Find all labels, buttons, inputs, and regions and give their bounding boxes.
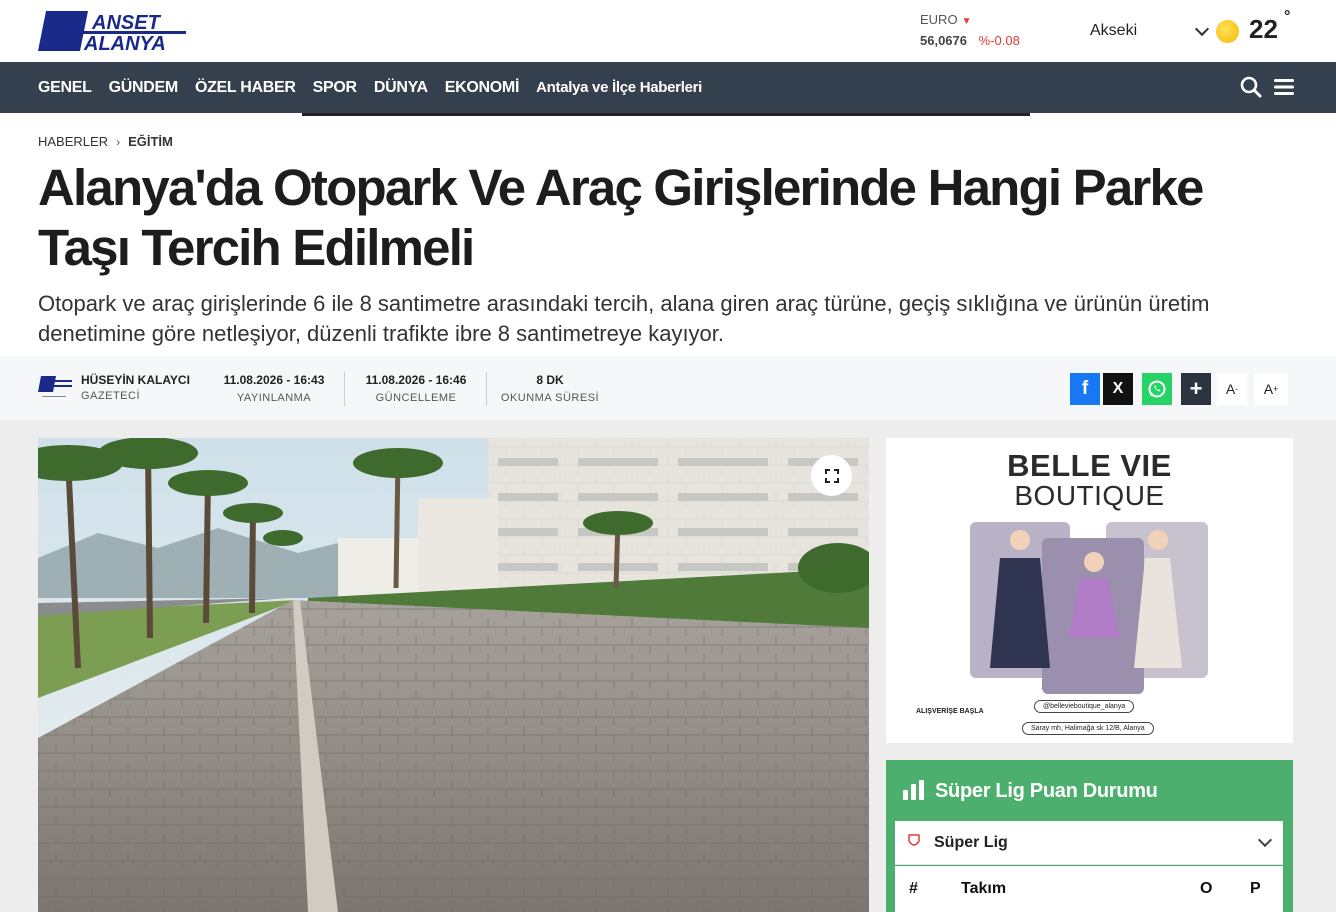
divider xyxy=(344,372,345,406)
ad-subtitle: BOUTIQUE xyxy=(1014,480,1165,511)
down-arrow-icon: ▼ xyxy=(961,16,972,27)
currency-value: 56,0676 xyxy=(920,33,967,48)
ad-cta[interactable]: ALIŞVERİŞE BAŞLA xyxy=(916,708,984,715)
site-logo[interactable]: ANSET ALANYA xyxy=(38,9,188,53)
main-nav: GENEL GÜNDEM ÖZEL HABER SPOR DÜNYA EKONO… xyxy=(0,62,1336,113)
share-x-button[interactable]: X xyxy=(1103,373,1133,405)
font-decrease-button[interactable]: A- xyxy=(1217,373,1247,405)
col-rank: # xyxy=(909,880,918,897)
breadcrumb-home[interactable]: HABERLER xyxy=(38,134,108,149)
currency-widget[interactable]: EURO ▼ 56,0676 %-0.08 xyxy=(920,12,1020,48)
chevron-right-icon: › xyxy=(116,134,121,149)
advertisement-banner[interactable]: BELLE VIE BOUTIQUE ALIŞVERİŞE BAŞLA @bel… xyxy=(886,438,1293,743)
breadcrumb: HABERLER › EĞİTİM xyxy=(38,134,173,149)
svg-text:ANSET: ANSET xyxy=(91,12,162,34)
weather-city-select[interactable]: Akseki xyxy=(1090,22,1137,40)
temperature: 22 xyxy=(1249,14,1278,44)
ad-instagram[interactable]: @bellevieboutique_alanya xyxy=(1034,700,1135,713)
league-logo-icon xyxy=(908,834,920,846)
degree-symbol: ° xyxy=(1284,8,1291,25)
nav-item-ekonomi[interactable]: EKONOMİ xyxy=(445,79,520,97)
share-whatsapp-button[interactable] xyxy=(1142,373,1172,405)
plus-icon: + xyxy=(1189,376,1203,401)
nav-item-spor[interactable]: SPOR xyxy=(313,79,357,97)
col-played: O xyxy=(1200,880,1213,897)
divider xyxy=(486,372,487,406)
col-team: Takım xyxy=(961,880,1007,897)
nav-item-genel[interactable]: GENEL xyxy=(38,79,92,97)
search-icon[interactable] xyxy=(1240,76,1262,98)
nav-item-gundem[interactable]: GÜNDEM xyxy=(109,79,179,97)
article-meta-bar: HÜSEYİN KALAYCI GAZETECİ 11.08.2026 - 16… xyxy=(0,356,1336,420)
fullscreen-button[interactable] xyxy=(811,455,852,496)
chart-bar-icon xyxy=(903,780,924,800)
chevron-down-icon[interactable] xyxy=(1194,21,1210,37)
facebook-icon: f xyxy=(1081,378,1089,399)
nav-active-underline xyxy=(302,113,1030,116)
author-role: GAZETECİ xyxy=(81,390,141,402)
article-hero-image[interactable] xyxy=(38,438,869,912)
font-increase-button[interactable]: A + xyxy=(1254,373,1288,405)
svg-text:ALANYA: ALANYA xyxy=(83,33,166,53)
ad-address: Saray mh, Halimağa sk 12/B, Alanya xyxy=(1022,722,1154,735)
updated-date: 11.08.2026 - 16:46 GÜNCELLEME xyxy=(365,373,467,404)
expand-icon xyxy=(824,468,839,483)
top-header: ANSET ALANYA EURO ▼ 56,0676 %-0.08 Akseki… xyxy=(0,0,1336,62)
sun-icon xyxy=(1216,20,1239,43)
published-date: 11.08.2026 - 16:43 YAYINLANMA xyxy=(223,373,325,404)
reading-time: 8 DK OKUNMA SÜRESİ xyxy=(500,373,600,404)
breadcrumb-category[interactable]: EĞİTİM xyxy=(128,134,173,149)
standings-title: Süper Lig Puan Durumu xyxy=(935,780,1158,802)
whatsapp-icon xyxy=(1148,380,1166,398)
currency-name: EURO ▼ xyxy=(920,12,972,27)
league-select[interactable]: Süper Lig xyxy=(895,821,1283,865)
author-name[interactable]: HÜSEYİN KALAYCI xyxy=(81,373,190,387)
league-name: Süper Lig xyxy=(934,834,1008,851)
nav-item-ozel-haber[interactable]: ÖZEL HABER xyxy=(195,79,296,97)
nav-item-antalya[interactable]: Antalya ve İlçe Haberleri xyxy=(536,79,702,96)
nav-item-dunya[interactable]: DÜNYA xyxy=(374,79,428,97)
col-points: P xyxy=(1250,880,1261,897)
chevron-down-icon xyxy=(1257,832,1273,848)
currency-change: %-0.08 xyxy=(978,33,1020,48)
ad-title: BELLE VIE xyxy=(1007,448,1172,483)
standings-widget: Süper Lig Puan Durumu Süper Lig # Takım … xyxy=(886,760,1293,912)
x-icon: X xyxy=(1112,380,1124,397)
article-summary: Otopark ve araç girişlerinde 6 ile 8 san… xyxy=(38,291,1210,346)
menu-icon[interactable] xyxy=(1274,78,1294,96)
share-more-button[interactable]: + xyxy=(1181,373,1211,405)
ad-models-image xyxy=(970,522,1208,694)
article-title: Alanya'da Otopark Ve Araç Girişlerinde H… xyxy=(38,159,1204,276)
share-facebook-button[interactable]: f xyxy=(1070,373,1100,405)
standings-table-header: # Takım O P xyxy=(895,866,1283,912)
author-avatar[interactable] xyxy=(38,374,72,400)
